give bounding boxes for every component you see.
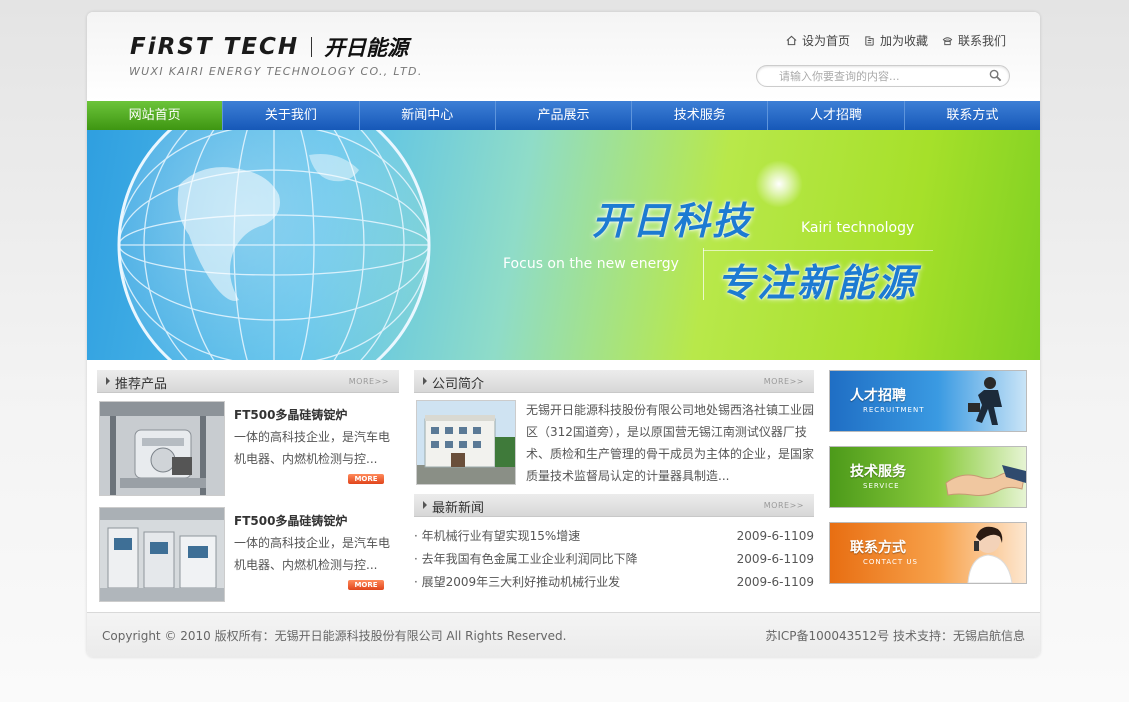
news-item-date: 2009-6-1109 <box>736 529 814 543</box>
logo-divider <box>311 37 313 57</box>
nav-contact[interactable]: 联系方式 <box>903 101 1040 130</box>
search-input[interactable] <box>779 68 979 84</box>
company-building-image <box>416 400 516 485</box>
furnace-machine-image <box>100 402 224 495</box>
recruitment-label-en: RECRUITMENT <box>863 406 925 414</box>
news-item-title: · 展望2009年三大利好推动机械行业发 <box>414 575 621 589</box>
bookmark-icon <box>865 36 874 46</box>
service-label-en: SERVICE <box>863 482 900 490</box>
news-list: · 年机械行业有望实现15%增速 2009-6-1109 · 去年我国有色金属工… <box>414 525 814 594</box>
banner-slogan-cn: 专注新能源 <box>717 261 918 305</box>
site-logo[interactable]: FiRST TECH 开日能源 <box>130 32 408 62</box>
news-item[interactable]: · 年机械行业有望实现15%增速 2009-6-1109 <box>414 525 814 548</box>
products-more-link[interactable]: MORE>> <box>349 377 389 386</box>
search-icon[interactable] <box>989 69 1002 82</box>
icp-text: 苏ICP备100043512号 技术支持：无锡启航信息 <box>765 629 1025 643</box>
banner-divider-h <box>703 250 933 251</box>
news-more-link[interactable]: MORE>> <box>764 501 804 510</box>
product-image[interactable] <box>99 401 225 496</box>
set-homepage-link[interactable]: 设为首页 <box>786 32 850 49</box>
product-more-button[interactable]: MORE <box>348 580 384 590</box>
banner-slogan-en: Focus on the new energy <box>503 256 679 272</box>
nav-about[interactable]: 关于我们 <box>222 101 358 130</box>
intro-more-link[interactable]: MORE>> <box>764 377 804 386</box>
logo-text-en: FiRST TECH <box>130 34 300 60</box>
set-homepage-label: 设为首页 <box>801 34 850 48</box>
factory-machines-image <box>100 508 224 601</box>
contact-us-link[interactable]: 联系我们 <box>942 32 1006 49</box>
service-banner[interactable]: 技术服务 SERVICE <box>829 446 1027 508</box>
main-nav: 网站首页 关于我们 新闻中心 产品展示 技术服务 人才招聘 联系方式 <box>87 101 1040 130</box>
home-icon <box>786 35 797 46</box>
nav-products[interactable]: 产品展示 <box>494 101 631 130</box>
news-item-date: 2009-6-1109 <box>736 575 814 589</box>
logo-text-cn: 开日能源 <box>324 36 409 60</box>
top-links: 设为首页 加为收藏 联系我们 <box>786 32 1006 49</box>
service-label: 技术服务 <box>850 464 906 480</box>
running-businessman-image <box>968 377 1002 425</box>
nav-home[interactable]: 网站首页 <box>87 101 223 130</box>
service-woman-image <box>967 526 1013 583</box>
news-item[interactable]: · 去年我国有色金属工业企业利润同比下降 2009-6-1109 <box>414 548 814 571</box>
contact-banner[interactable]: 联系方式 CONTACT US <box>829 522 1027 584</box>
products-title: 推荐产品 <box>115 377 168 392</box>
add-favorite-link[interactable]: 加为收藏 <box>864 32 928 49</box>
header: FiRST TECH 开日能源 WUXI KAIRI ENERGY TECHNO… <box>87 12 1040 101</box>
product-name[interactable]: FT500多晶硅铸锭炉 <box>234 512 347 529</box>
arrow-right-icon <box>423 501 427 509</box>
logo-subtitle: WUXI KAIRI ENERGY TECHNOLOGY CO., LTD. <box>129 65 423 78</box>
news-item[interactable]: · 展望2009年三大利好推动机械行业发 2009-6-1109 <box>414 571 814 594</box>
contact-us-label: 联系我们 <box>957 34 1006 48</box>
phone-icon <box>942 37 953 46</box>
news-header: 最新新闻 MORE>> <box>414 494 814 517</box>
handshake-image <box>945 465 1026 496</box>
banner-divider-v <box>703 248 704 300</box>
nav-service[interactable]: 技术服务 <box>631 101 767 130</box>
contact-label: 联系方式 <box>850 540 906 556</box>
nav-jobs[interactable]: 人才招聘 <box>767 101 903 130</box>
arrow-right-icon <box>423 377 427 385</box>
hero-banner: 开日科技 Kairi technology Focus on the new e… <box>87 130 1040 360</box>
product-desc: 一体的高科技企业，是汽车电机电器、内燃机检测与控... <box>234 430 391 466</box>
product-more-button[interactable]: MORE <box>348 474 384 484</box>
light-flare <box>755 160 803 208</box>
intro-title: 公司简介 <box>432 377 485 392</box>
news-item-date: 2009-6-1109 <box>736 552 814 566</box>
product-image[interactable] <box>99 507 225 602</box>
banner-title-en: Kairi technology <box>801 220 915 236</box>
page-container: FiRST TECH 开日能源 WUXI KAIRI ENERGY TECHNO… <box>87 12 1040 657</box>
products-header: 推荐产品 MORE>> <box>97 370 399 393</box>
arrow-right-icon <box>106 377 110 385</box>
product-card: FT500多晶硅铸锭炉 一体的高科技企业，是汽车电机电器、内燃机检测与控... … <box>99 507 399 602</box>
nav-news[interactable]: 新闻中心 <box>358 101 495 130</box>
news-item-title: · 年机械行业有望实现15%增速 <box>414 529 581 543</box>
search-box <box>756 65 1010 87</box>
product-name[interactable]: FT500多晶硅铸锭炉 <box>234 406 347 423</box>
recruitment-banner[interactable]: 人才招聘 RECRUITMENT <box>829 370 1027 432</box>
intro-text: 无锡开日能源科技股份有限公司地处锡西洛社镇工业园区（312国道旁），是以原国营无… <box>526 403 815 483</box>
recruitment-label: 人才招聘 <box>850 388 906 404</box>
news-title: 最新新闻 <box>432 501 485 516</box>
footer: Copyright © 2010 版权所有：无锡开日能源科技股份有限公司 All… <box>87 612 1040 657</box>
banner-title-cn: 开日科技 <box>592 199 753 243</box>
add-favorite-label: 加为收藏 <box>879 34 928 48</box>
product-desc: 一体的高科技企业，是汽车电机电器、内燃机检测与控... <box>234 536 391 572</box>
product-card: FT500多晶硅铸锭炉 一体的高科技企业，是汽车电机电器、内燃机检测与控... … <box>99 401 399 496</box>
copyright-text: Copyright © 2010 版权所有：无锡开日能源科技股份有限公司 All… <box>102 629 567 643</box>
intro-header: 公司简介 MORE>> <box>414 370 814 393</box>
news-item-title: · 去年我国有色金属工业企业利润同比下降 <box>414 552 638 566</box>
contact-label-en: CONTACT US <box>863 558 918 566</box>
globe-graphic <box>117 130 431 360</box>
